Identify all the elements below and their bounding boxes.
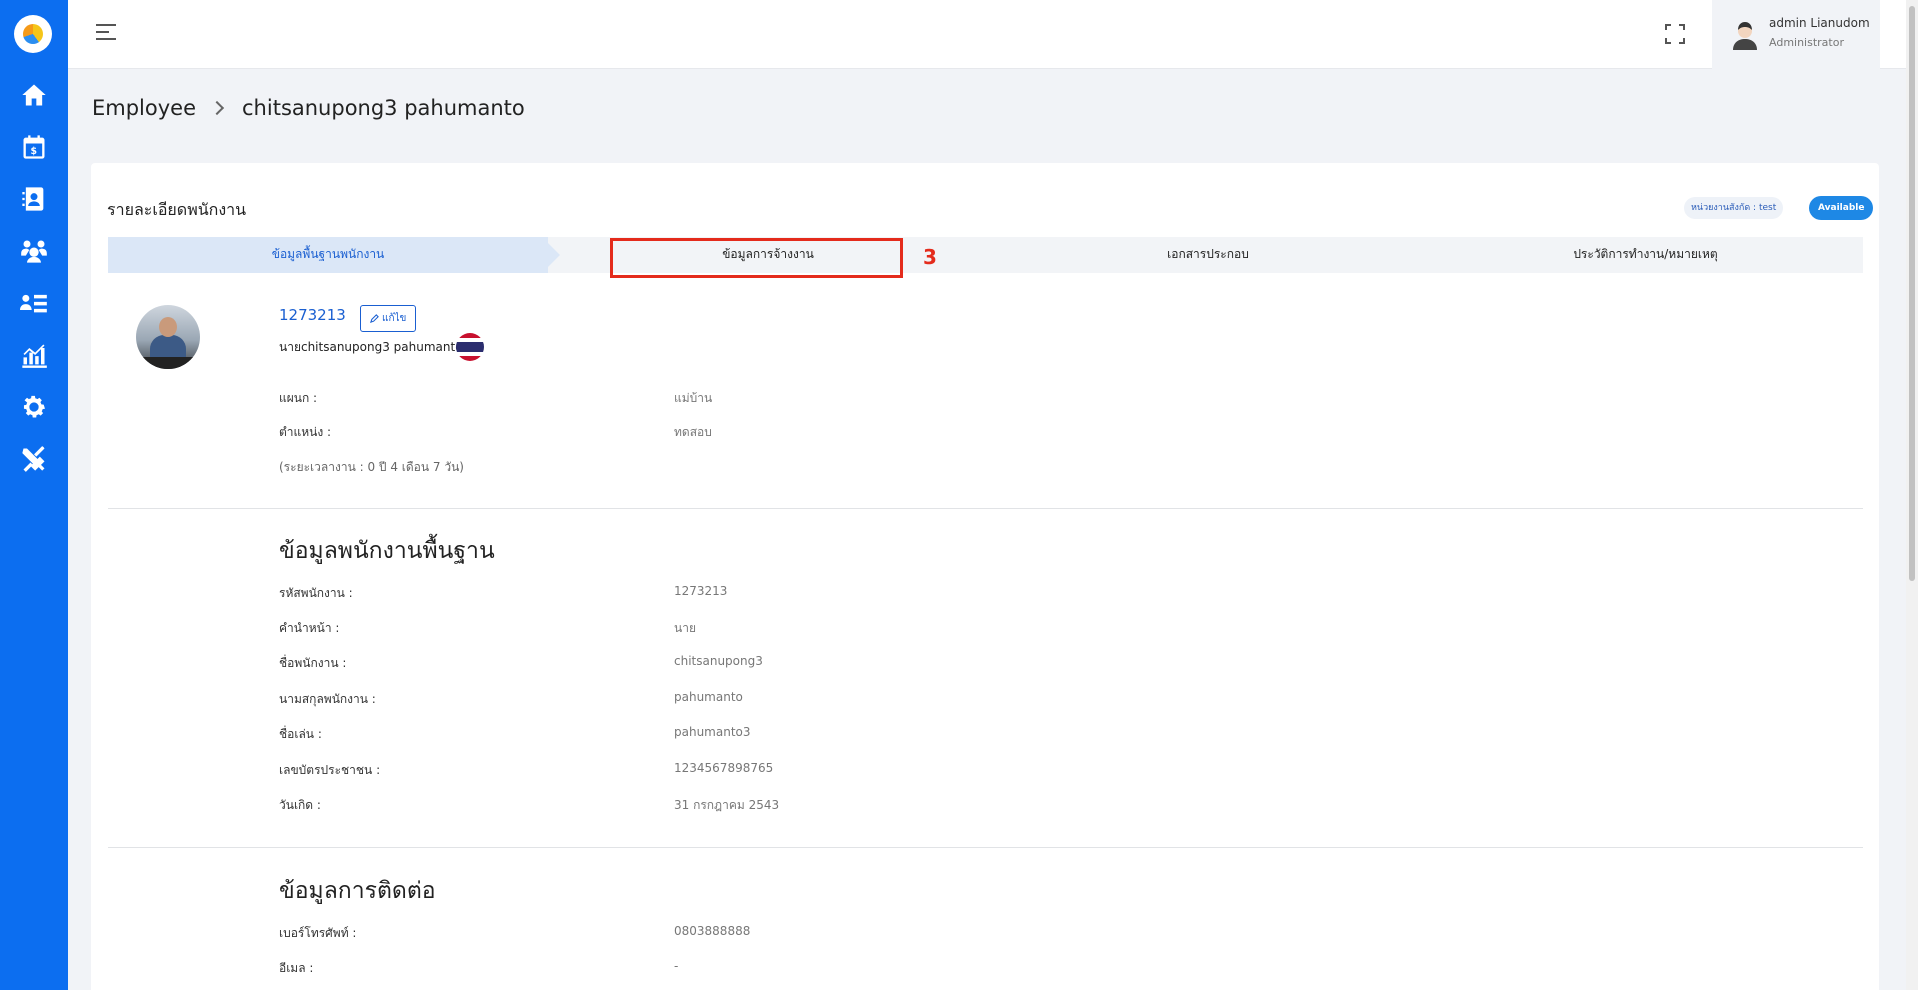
- contact-value: -: [674, 959, 679, 973]
- sidebar-item-home[interactable]: [17, 78, 51, 112]
- app-logo[interactable]: [14, 15, 52, 53]
- unit-badge: หน่วยงานสังกัด : test: [1684, 197, 1784, 219]
- contact-label: เบอร์โทรศัพท์ :: [279, 926, 357, 940]
- info-value: pahumanto: [674, 690, 743, 704]
- fullscreen-icon[interactable]: [1665, 24, 1685, 44]
- breadcrumb-parent[interactable]: Employee: [92, 96, 196, 120]
- info-label: คำนำหน้า :: [279, 621, 340, 635]
- user-name: admin Lianudom: [1769, 16, 1870, 30]
- card-title: รายละเอียดพนักงาน: [107, 200, 247, 219]
- home-icon: [22, 84, 46, 106]
- info-label: รหัสพนักงาน :: [279, 586, 353, 600]
- chevron-right-icon: [209, 100, 225, 116]
- scrollbar-thumb[interactable]: [1909, 6, 1915, 581]
- step-marker: 3: [923, 245, 937, 269]
- contact-label: อีเมล :: [279, 961, 314, 975]
- employee-code: 1273213: [279, 306, 346, 324]
- menu-toggle-button[interactable]: [96, 24, 118, 42]
- contact-info-title: ข้อมูลการติดต่อ: [279, 878, 436, 904]
- thai-flag-icon: [456, 333, 484, 361]
- basic-info-title: ข้อมูลพนักงานพื้นฐาน: [279, 538, 495, 564]
- employee-full-name: นายchitsanupong3 pahumanto: [279, 340, 463, 354]
- department-value: แม่บ้าน: [674, 391, 713, 405]
- sidebar-item-settings[interactable]: [17, 390, 51, 424]
- info-value: 1273213: [674, 584, 728, 598]
- employee-contact-icon: [22, 187, 44, 211]
- sidebar: $: [0, 0, 68, 990]
- tools-icon: [22, 446, 45, 472]
- user-menu[interactable]: admin Lianudom Administrator: [1712, 0, 1880, 69]
- payroll-calendar-icon: $: [23, 135, 45, 159]
- divider: [108, 847, 1863, 848]
- info-value: chitsanupong3: [674, 654, 763, 668]
- page-scrollbar[interactable]: [1906, 0, 1918, 990]
- employee-detail-card: รายละเอียดพนักงาน หน่วยงานสังกัด : test …: [91, 163, 1879, 990]
- info-label: วันเกิด :: [279, 798, 321, 812]
- settings-gear-icon: [23, 395, 45, 418]
- tenure-text: (ระยะเวลางาน : 0 ปี 4 เดือน 7 วัน): [279, 460, 464, 474]
- status-badge: Available: [1809, 196, 1874, 220]
- pencil-icon: [370, 314, 379, 323]
- edit-button-label: แก้ไข: [382, 313, 407, 324]
- profile-photo: [136, 305, 200, 369]
- info-value: 1234567898765: [674, 761, 774, 775]
- tab-documents[interactable]: เอกสารประกอบ: [988, 237, 1428, 273]
- highlight-box: [610, 238, 903, 278]
- logo-mark-icon: [23, 24, 43, 44]
- info-label: นามสกุลพนักงาน :: [279, 692, 376, 706]
- info-value: 31 กรกฎาคม 2543: [674, 798, 780, 812]
- user-list-icon: [20, 294, 47, 313]
- tab-bar: ข้อมูลพื้นฐานพนักงาน ข้อมูลการจ้างงาน เอ…: [108, 237, 1863, 273]
- contact-value: 0803888888: [674, 924, 751, 938]
- info-label: เลขบัตรประชาชน :: [279, 763, 381, 777]
- sidebar-item-team[interactable]: [17, 234, 51, 268]
- sidebar-item-payroll[interactable]: $: [17, 130, 51, 164]
- top-header: admin Lianudom Administrator: [68, 0, 1918, 69]
- tab-work-history[interactable]: ประวัติการทำงาน/หมายเหตุ: [1428, 237, 1863, 273]
- info-value: pahumanto3: [674, 725, 751, 739]
- department-label: แผนก :: [279, 391, 318, 405]
- sidebar-item-user-list[interactable]: [17, 286, 51, 320]
- position-value: ทดสอบ: [674, 425, 712, 439]
- svg-text:$: $: [31, 146, 38, 157]
- breadcrumb-current: chitsanupong3 pahumanto: [242, 96, 525, 120]
- info-label: ชื่อพนักงาน :: [279, 656, 347, 670]
- user-role: Administrator: [1769, 36, 1844, 49]
- info-label: ชื่อเล่น :: [279, 727, 322, 741]
- team-settings-icon: [21, 240, 47, 263]
- breadcrumb: Employee chitsanupong3 pahumanto: [92, 96, 525, 120]
- sidebar-item-employee[interactable]: [17, 182, 51, 216]
- info-value: นาย: [674, 621, 696, 635]
- position-label: ตำแหน่ง :: [279, 425, 332, 439]
- edit-button[interactable]: แก้ไข: [360, 305, 417, 332]
- tab-basic-info[interactable]: ข้อมูลพื้นฐานพนักงาน: [108, 237, 560, 273]
- report-chart-icon: [22, 344, 47, 368]
- divider: [108, 508, 1863, 509]
- user-avatar-icon: [1733, 22, 1757, 50]
- sidebar-item-reports[interactable]: [17, 338, 51, 372]
- sidebar-item-tools[interactable]: [17, 442, 51, 476]
